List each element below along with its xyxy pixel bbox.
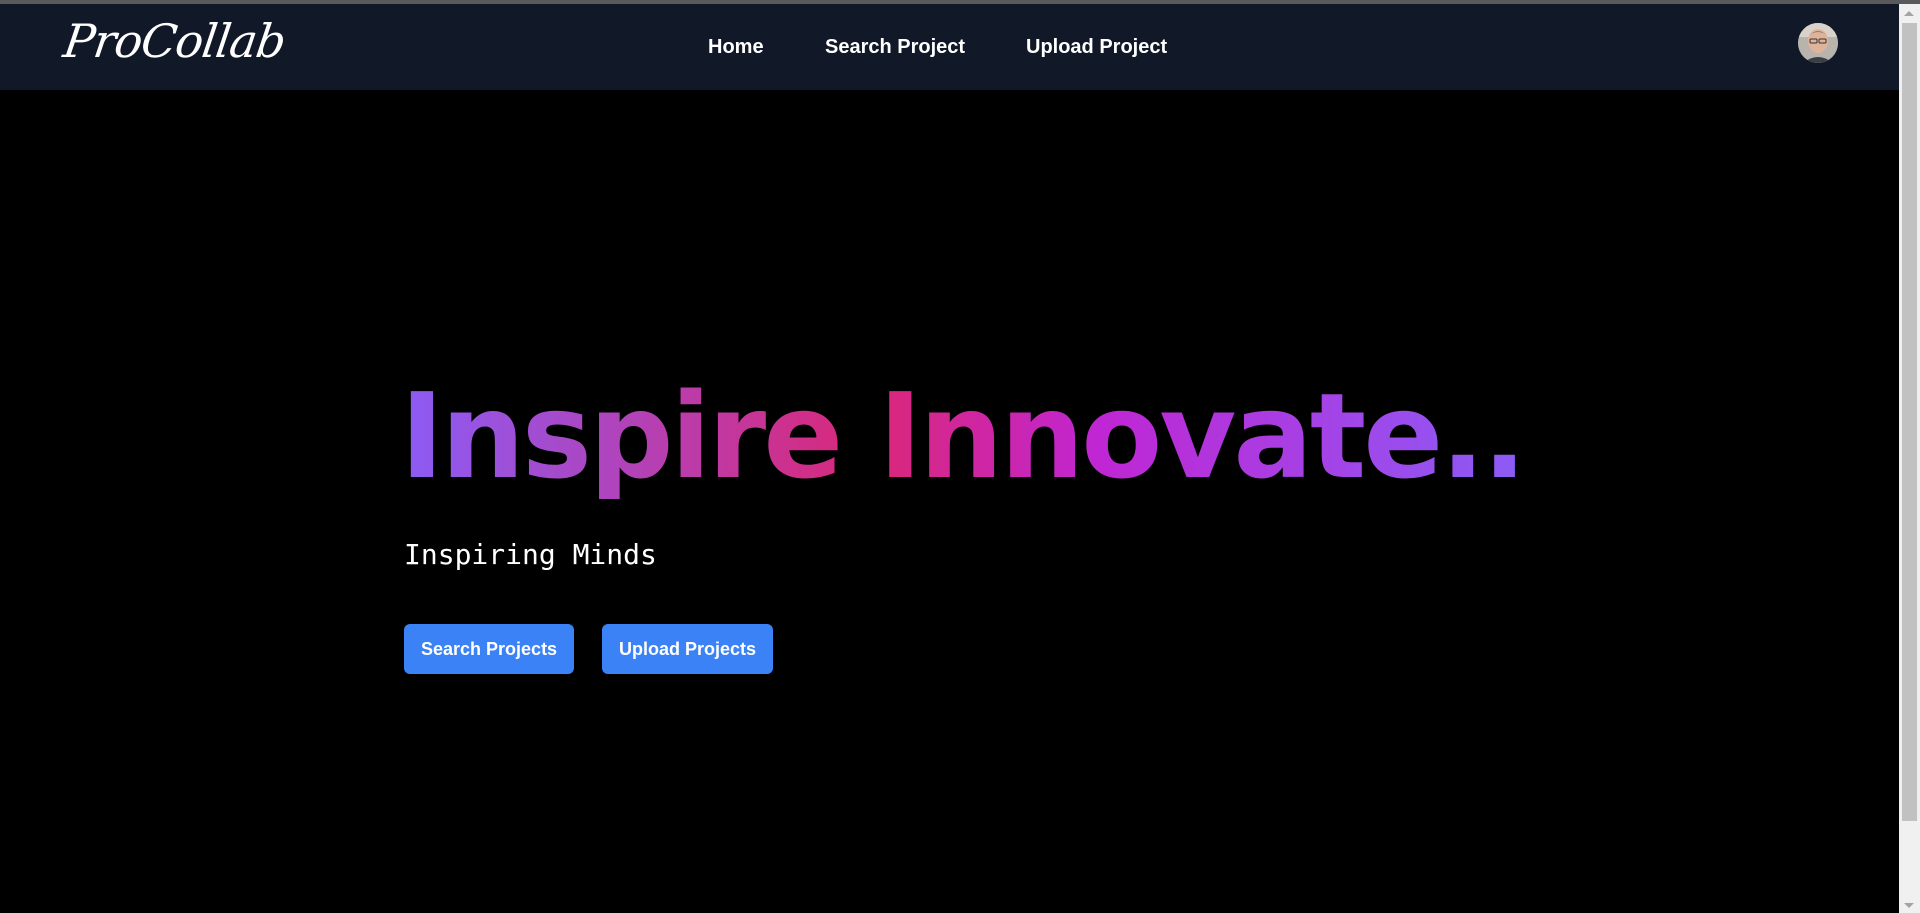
- vertical-scrollbar[interactable]: [1899, 4, 1920, 913]
- navbar: ProCollab Home Search Project Upload Pro…: [0, 4, 1899, 90]
- upload-projects-button[interactable]: Upload Projects: [602, 624, 774, 674]
- scroll-thumb[interactable]: [1902, 23, 1917, 821]
- user-avatar[interactable]: [1798, 23, 1838, 63]
- nav-home-link[interactable]: Home: [708, 36, 764, 59]
- user-avatar-icon: [1798, 23, 1838, 63]
- scroll-down-arrow-icon[interactable]: [1904, 903, 1914, 908]
- scroll-up-arrow-icon[interactable]: [1904, 11, 1914, 16]
- hero-subtitle: Inspiring Minds: [404, 538, 657, 571]
- nav-upload-project-link[interactable]: Upload Project: [1026, 36, 1167, 59]
- page: ProCollab Home Search Project Upload Pro…: [0, 0, 1920, 913]
- search-projects-button[interactable]: Search Projects: [404, 624, 575, 674]
- hero-title: Inspire Innovate..: [400, 367, 1527, 505]
- nav-links: Home Search Project Upload Project: [0, 4, 1899, 90]
- nav-search-project-link[interactable]: Search Project: [825, 36, 965, 59]
